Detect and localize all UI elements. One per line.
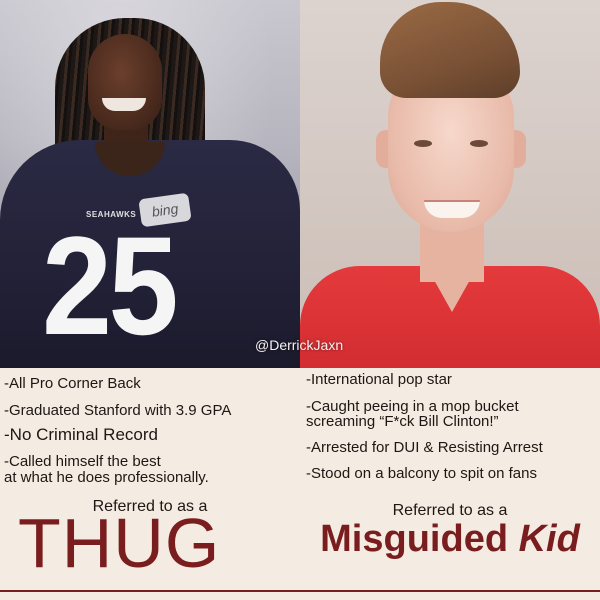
label-misguided-kid: Misguided Kid	[300, 518, 600, 560]
right-fact: -International pop star	[306, 371, 452, 388]
right-fact: -Stood on a balcony to spit on fans	[306, 465, 537, 482]
left-fact: -Graduated Stanford with 3.9 GPA	[4, 402, 232, 419]
watermark: @DerrickJaxn	[255, 337, 344, 353]
right-fact: screaming “F*ck Bill Clinton!”	[306, 413, 499, 430]
right-fact: -Caught peeing in a mop bucket	[306, 398, 519, 415]
left-photo: SEAHAWKS bing 25	[0, 0, 300, 368]
label-kid: Kid	[518, 518, 580, 560]
meme-image: SEAHAWKS bing 25 @DerrickJaxn -All Pro C…	[0, 0, 600, 600]
divider-line	[0, 590, 600, 592]
jersey-number: 25	[42, 207, 179, 364]
hair	[380, 2, 520, 98]
label-misguided: Misguided	[320, 518, 509, 560]
left-fact: -All Pro Corner Back	[4, 375, 141, 392]
left-fact: -No Criminal Record	[4, 425, 158, 444]
face	[88, 34, 162, 130]
right-photo	[300, 0, 600, 368]
left-fact: at what he does professionally.	[4, 469, 209, 486]
label-thug: THUG	[18, 504, 221, 582]
right-fact: -Arrested for DUI & Resisting Arrest	[306, 439, 543, 456]
smile	[102, 98, 146, 111]
left-fact: -Called himself the best	[4, 453, 161, 470]
